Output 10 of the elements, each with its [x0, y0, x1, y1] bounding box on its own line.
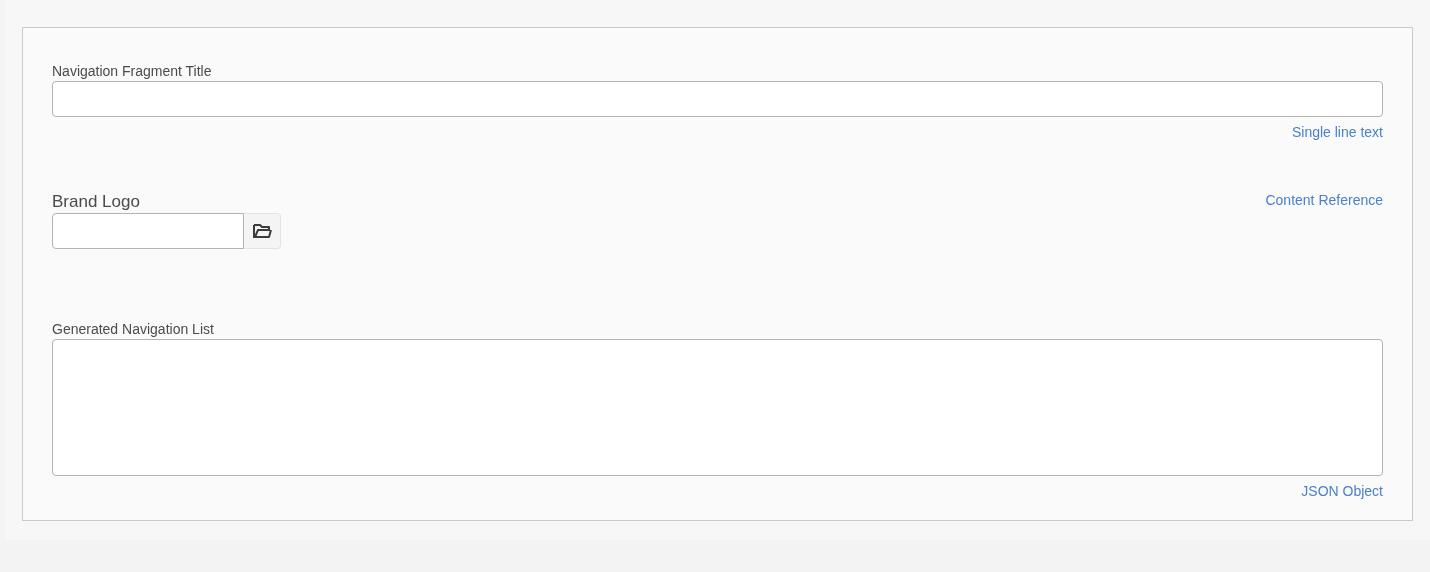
folder-icon	[252, 223, 272, 239]
field-type-label: Single line text	[1291, 123, 1383, 141]
field-type-label: JSON Object	[1301, 482, 1383, 500]
field-label: Brand Logo	[52, 191, 140, 213]
input-field[interactable]	[52, 213, 244, 249]
field-type-label: Content Reference	[1265, 191, 1383, 209]
field-label: Navigation Fragment Title	[52, 62, 213, 81]
browse-button[interactable]	[244, 213, 281, 249]
input-field[interactable]	[52, 81, 1383, 117]
field-label: Generated Navigation List	[52, 320, 215, 339]
